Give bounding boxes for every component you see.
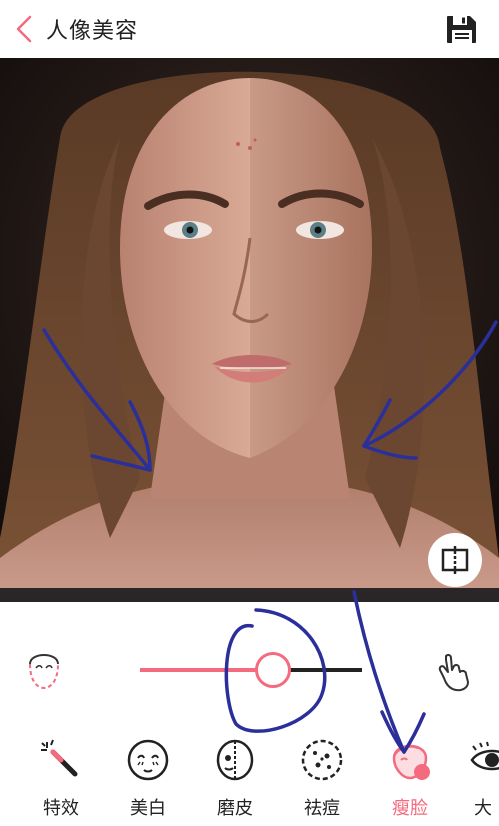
tool-smooth[interactable]: 磨皮 xyxy=(200,738,270,824)
chevron-left-icon xyxy=(16,15,32,43)
back-button[interactable] xyxy=(10,12,38,46)
tool-acne[interactable]: 祛痘 xyxy=(287,738,357,824)
face-outline-icon[interactable] xyxy=(26,652,62,690)
face-acne-icon xyxy=(301,739,343,781)
tool-enlarge-eyes[interactable]: 大 xyxy=(470,738,499,824)
slim-strength-slider[interactable] xyxy=(140,650,362,690)
compare-button[interactable] xyxy=(428,533,482,587)
beauty-editor-screen: 人像美容 特效 美白 磨皮 祛痘 瘦脸 大 xyxy=(0,0,499,826)
tool-label: 特效 xyxy=(43,798,79,819)
tool-label: 祛痘 xyxy=(304,798,340,819)
portrait-image xyxy=(0,58,499,588)
adjust-panel xyxy=(0,602,499,732)
tool-label: 大 xyxy=(474,798,492,819)
slider-track-filled xyxy=(140,668,273,672)
tool-bar: 特效 美白 磨皮 祛痘 瘦脸 大 xyxy=(0,732,499,826)
slider-thumb[interactable] xyxy=(255,652,291,688)
save-icon xyxy=(447,16,476,43)
portrait-photo[interactable] xyxy=(0,58,499,588)
face-smooth-icon xyxy=(216,739,254,781)
save-button[interactable] xyxy=(445,12,479,46)
compare-split-icon xyxy=(441,546,469,574)
tool-effects[interactable]: 特效 xyxy=(26,738,96,824)
hand-pointer-icon[interactable] xyxy=(438,652,474,692)
tool-slim-face[interactable]: 瘦脸 xyxy=(375,738,445,824)
magic-wand-icon xyxy=(41,739,78,777)
eye-icon xyxy=(470,741,499,771)
photo-bottom-strip xyxy=(0,588,499,602)
tool-label: 美白 xyxy=(130,798,166,819)
header-bar: 人像美容 xyxy=(0,0,499,58)
tool-label: 磨皮 xyxy=(217,798,253,819)
page-title: 人像美容 xyxy=(46,19,139,44)
tool-label: 瘦脸 xyxy=(392,798,428,819)
face-whiten-icon xyxy=(127,739,169,781)
tool-whiten[interactable]: 美白 xyxy=(113,738,183,824)
face-slim-icon xyxy=(392,744,430,780)
